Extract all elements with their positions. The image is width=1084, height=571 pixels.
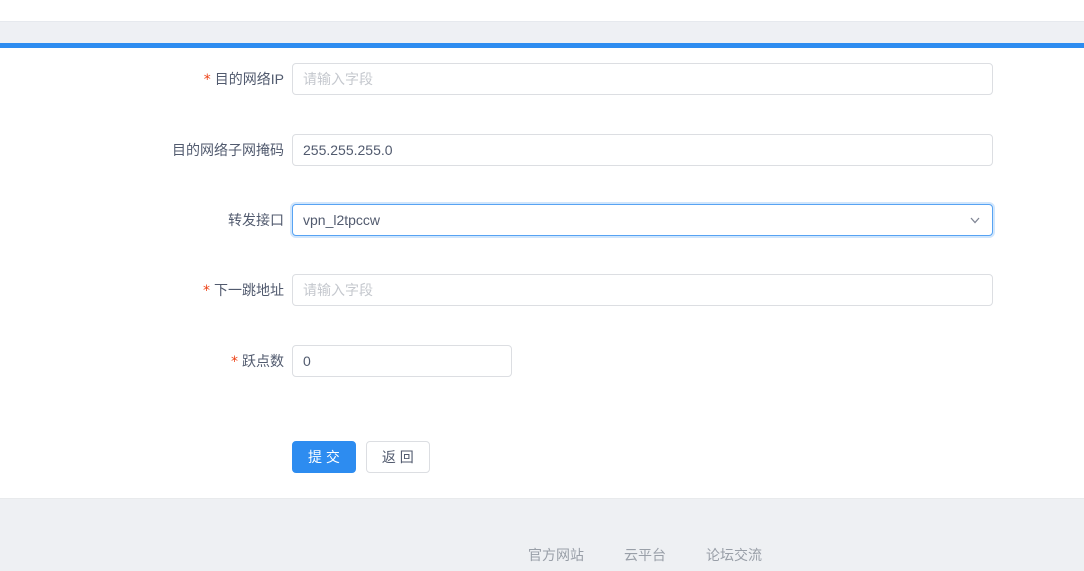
forward-interface-selected-value: vpn_l2tpccw — [303, 212, 381, 228]
forward-interface-select[interactable]: vpn_l2tpccw — [292, 204, 993, 236]
chevron-down-icon — [968, 213, 982, 227]
hop-count-label-text: 跃点数 — [242, 353, 284, 369]
submit-button[interactable]: 提 交 — [292, 441, 356, 473]
dest-subnet-mask-input[interactable] — [292, 134, 993, 166]
required-asterisk: * — [231, 354, 238, 370]
top-white-strip — [0, 0, 1084, 21]
footer-link-official-site[interactable]: 官方网站 — [528, 545, 584, 565]
form-item-dest-subnet-mask: 目的网络子网掩码 — [0, 134, 1084, 166]
dest-network-ip-label-text: 目的网络IP — [214, 71, 284, 87]
route-form: *目的网络IP 目的网络子网掩码 转发接口 vpn_l2tpccw *下一跳地址 — [0, 48, 1084, 501]
forward-interface-label-text: 转发接口 — [228, 212, 284, 228]
required-asterisk: * — [203, 72, 211, 88]
form-item-dest-network-ip: * 目的网络IP — [0, 63, 1084, 96]
hop-count-label: * 跃点数 — [0, 345, 284, 378]
back-button[interactable]: 返 回 — [365, 441, 430, 473]
hop-count-input[interactable] — [292, 345, 512, 377]
dest-network-ip-label: * 目的网络IP — [0, 63, 284, 96]
required-asterisk: * — [203, 283, 210, 299]
next-hop-label: * 下一跳地址 — [0, 274, 284, 307]
next-hop-label-text: 下一跳地址 — [214, 282, 284, 298]
next-hop-input[interactable] — [292, 274, 993, 306]
page-footer: 官方网站 云平台 论坛交流 — [0, 498, 1084, 571]
form-actions: 提 交 返 回 — [292, 441, 1084, 473]
form-item-next-hop: * 下一跳地址 — [0, 274, 1084, 307]
top-bar — [0, 21, 1084, 43]
dest-subnet-mask-label: 目的网络子网掩码 — [0, 134, 284, 166]
forward-interface-label: 转发接口 — [0, 204, 284, 236]
footer-link-cloud-platform[interactable]: 云平台 — [624, 545, 666, 565]
dest-subnet-mask-label-text: 目的网络子网掩码 — [172, 142, 284, 158]
dest-network-ip-input[interactable] — [292, 63, 993, 95]
form-item-forward-interface: 转发接口 vpn_l2tpccw — [0, 204, 1084, 236]
form-item-hop-count: * 跃点数 — [0, 345, 1084, 378]
footer-link-forum[interactable]: 论坛交流 — [706, 545, 762, 565]
footer-links: 官方网站 云平台 论坛交流 — [0, 499, 1084, 565]
